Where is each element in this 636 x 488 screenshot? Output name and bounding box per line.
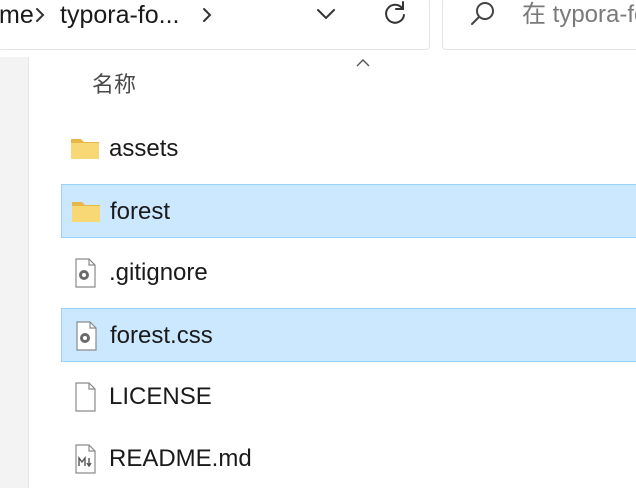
file-name: forest.css [110,322,213,349]
search-input[interactable]: 在 typora-fo [522,2,636,28]
file-icon [69,381,101,413]
column-header-name[interactable]: 名称 [92,72,136,98]
toolbar: me typora-fo... 在 typora-fo [0,0,636,50]
file-row[interactable]: forest [61,184,636,238]
file-row[interactable]: .gitignore [61,246,636,300]
file-row[interactable]: README.md [61,432,636,486]
file-name: forest [110,198,171,225]
breadcrumb-item-parent[interactable]: me [0,2,34,28]
file-name: README.md [109,445,252,472]
file-name: .gitignore [109,259,208,286]
markdown-file-icon [69,443,101,475]
refresh-icon[interactable] [380,0,410,28]
settings-file-icon [70,320,102,352]
search-icon[interactable] [468,0,498,28]
sort-ascending-icon [353,57,373,69]
breadcrumb-item-current[interactable]: typora-fo... [60,2,180,28]
settings-file-icon [69,257,101,289]
file-name: assets [109,135,179,162]
navigation-pane[interactable] [0,57,29,488]
chevron-down-icon[interactable] [312,2,340,26]
folder-icon [69,133,101,165]
chevron-right-icon[interactable] [197,4,217,26]
file-name: LICENSE [109,383,212,410]
file-row[interactable]: LICENSE [61,370,636,424]
folder-icon [70,196,102,228]
chevron-right-icon[interactable] [30,4,50,26]
file-row[interactable]: assets [61,122,636,176]
file-row[interactable]: forest.css [61,308,636,362]
